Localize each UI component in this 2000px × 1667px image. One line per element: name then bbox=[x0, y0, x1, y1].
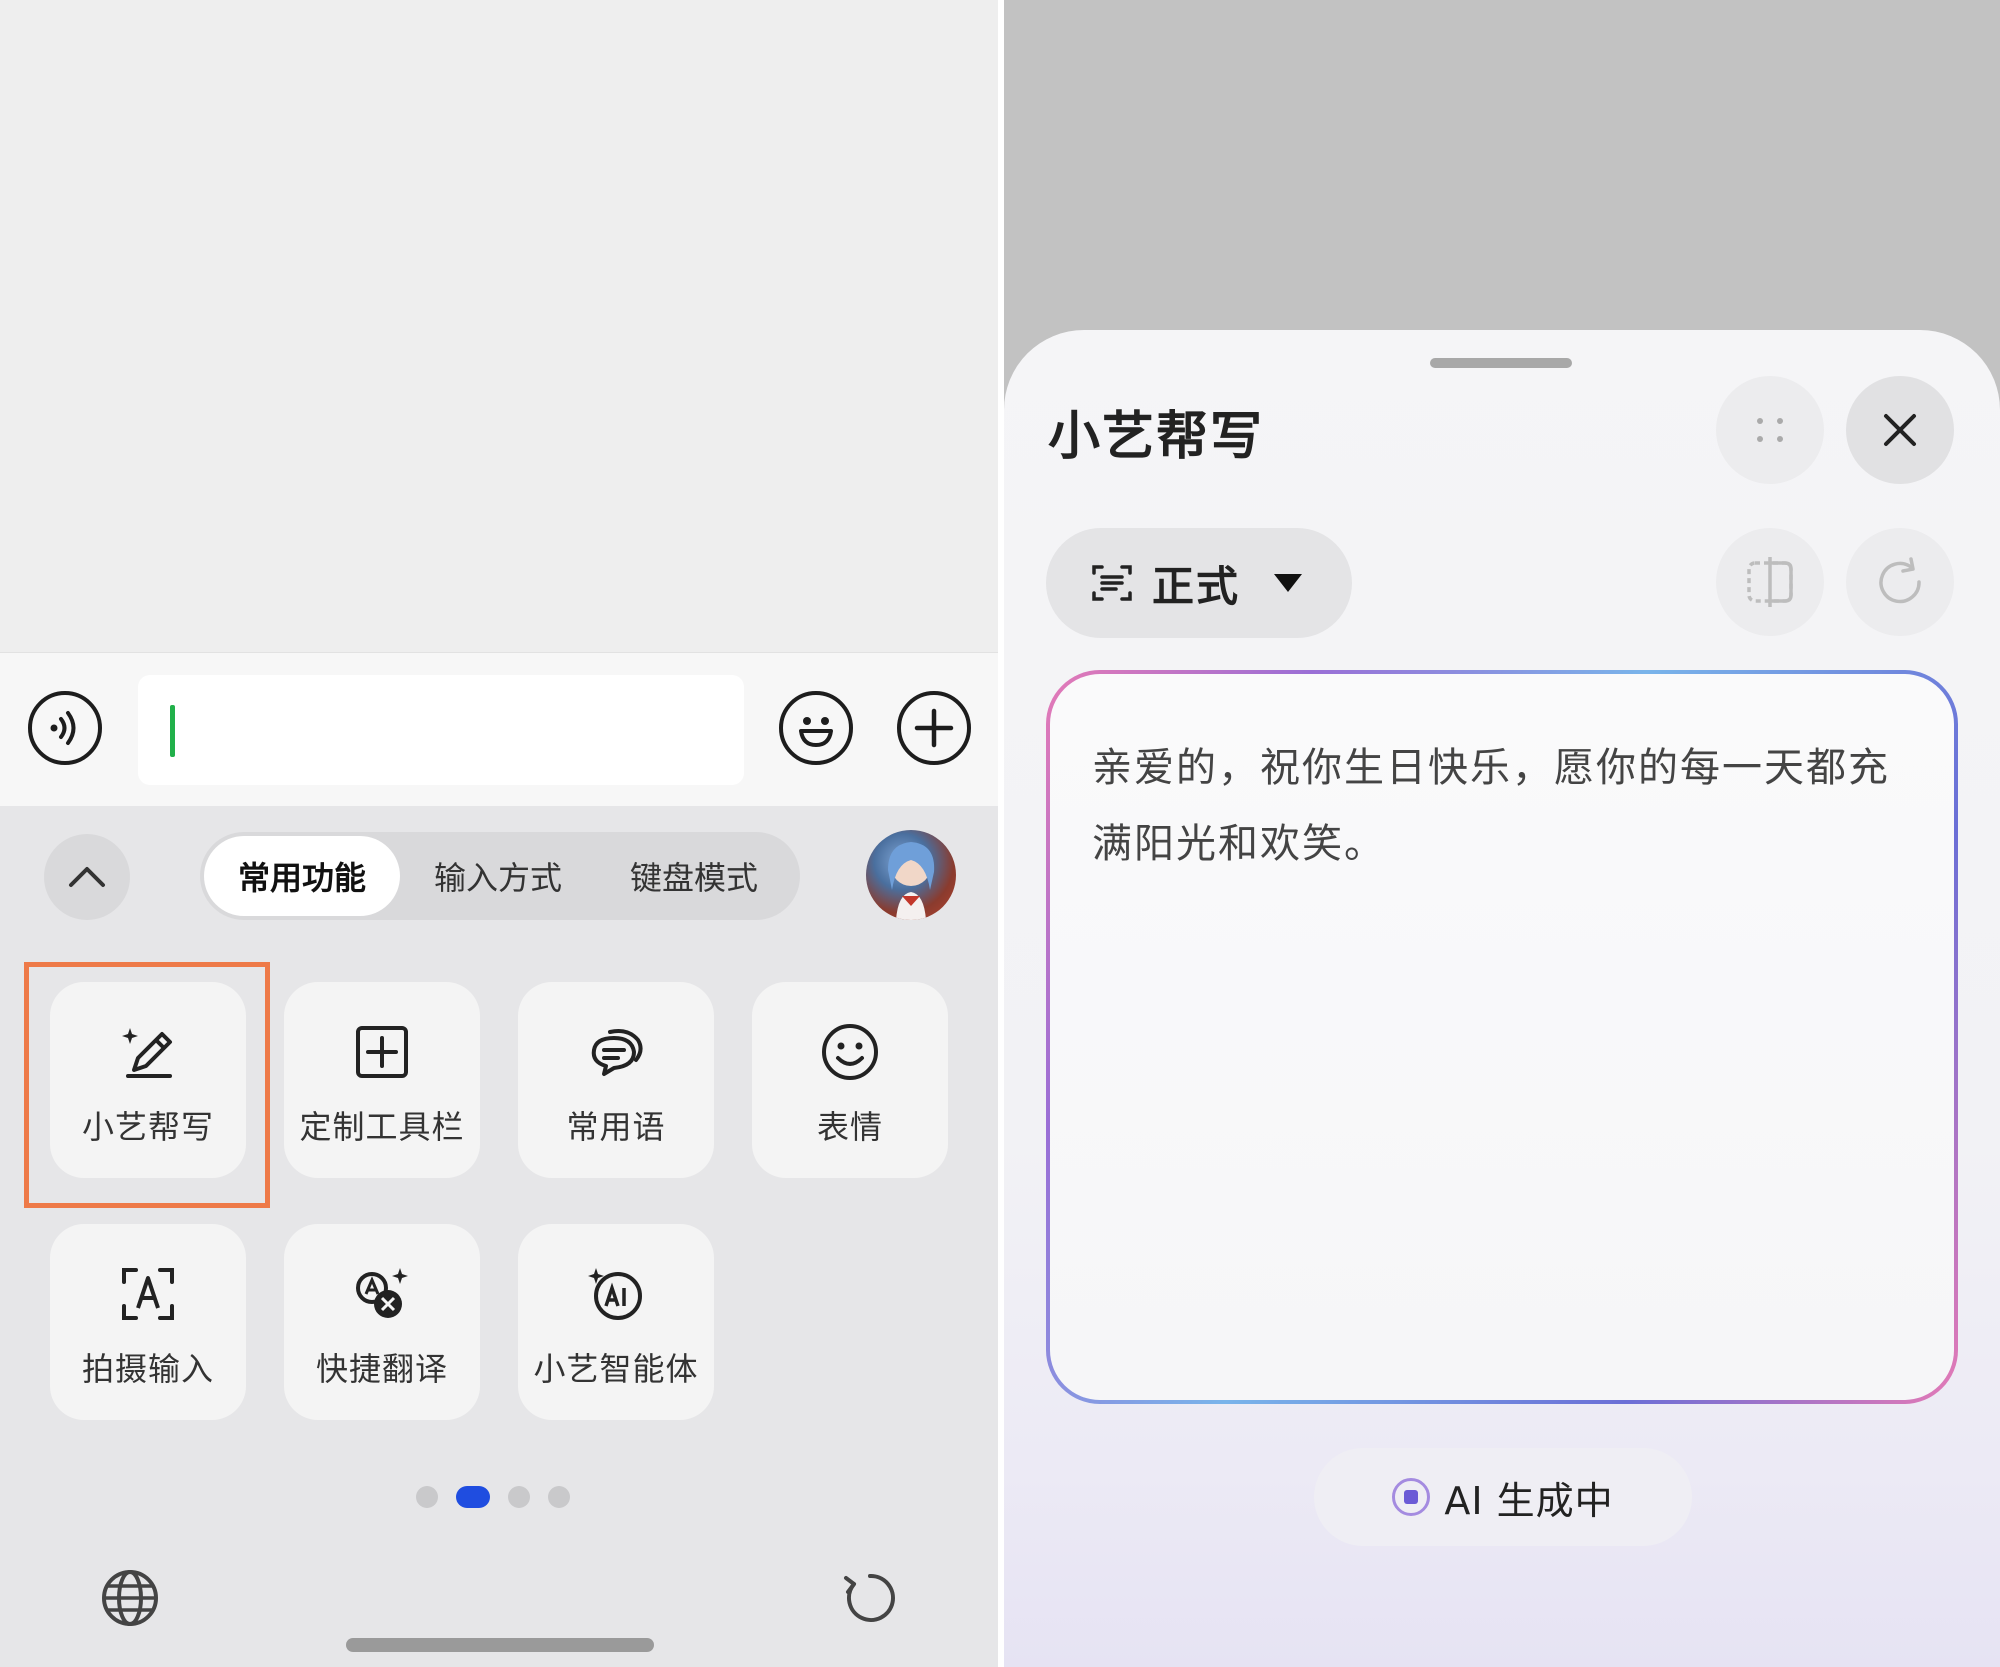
scan-text-icon bbox=[116, 1262, 180, 1326]
globe-icon bbox=[102, 1570, 158, 1626]
avatar[interactable] bbox=[866, 830, 956, 920]
result-card: 亲爱的，祝你生日快乐，愿你的每一天都充满阳光和欢笑。 bbox=[1050, 674, 1954, 1400]
sheet-grabber[interactable] bbox=[1430, 358, 1572, 368]
tile-quick-translate[interactable]: 快捷翻译 bbox=[284, 1224, 480, 1420]
drag-handle-button[interactable] bbox=[1716, 376, 1824, 484]
smiley-icon bbox=[818, 1020, 882, 1084]
collapse-button[interactable] bbox=[44, 834, 130, 920]
tab-keyboard-modes[interactable]: 键盘模式 bbox=[596, 836, 792, 916]
keyboard-tools-panel: 常用功能 输入方式 键盘模式 小艺帮写 定制工具栏 常用语 表情 拍摄输入 快捷… bbox=[0, 806, 998, 1667]
tile-label: 常用语 bbox=[566, 1108, 666, 1146]
split-view-icon bbox=[1747, 557, 1793, 607]
message-input[interactable] bbox=[138, 675, 744, 785]
sheet-title: 小艺帮写 bbox=[1048, 407, 1265, 467]
ai-status-pill[interactable]: AI 生成中 bbox=[1314, 1448, 1692, 1546]
more-button[interactable] bbox=[897, 691, 971, 765]
tile-emoji[interactable]: 表情 bbox=[752, 982, 948, 1178]
compare-button[interactable] bbox=[1716, 528, 1824, 636]
regenerate-button[interactable] bbox=[1846, 528, 1954, 636]
refresh-icon bbox=[1879, 557, 1921, 604]
tab-common-functions[interactable]: 常用功能 bbox=[204, 836, 400, 916]
smiley-icon bbox=[799, 717, 833, 747]
home-indicator bbox=[346, 1638, 654, 1652]
keyboard-screen: 常用功能 输入方式 键盘模式 小艺帮写 定制工具栏 常用语 表情 拍摄输入 快捷… bbox=[0, 0, 998, 1667]
tone-label: 正式 bbox=[1152, 561, 1241, 611]
translate-icon bbox=[350, 1262, 414, 1326]
page-dot[interactable] bbox=[508, 1486, 530, 1508]
tab-input-methods[interactable]: 输入方式 bbox=[400, 836, 596, 916]
chevron-up-icon bbox=[69, 867, 105, 887]
close-icon bbox=[1884, 414, 1916, 446]
ai-agent-icon bbox=[584, 1262, 648, 1326]
result-card-border: 亲爱的，祝你生日快乐，愿你的每一天都充满阳光和欢笑。 bbox=[1046, 670, 1958, 1404]
chat-area bbox=[0, 0, 998, 652]
tile-xiaoyi-agent[interactable]: 小艺智能体 bbox=[518, 1224, 714, 1420]
ai-status-text: AI 生成中 bbox=[1444, 1478, 1614, 1523]
tile-label: 表情 bbox=[816, 1108, 883, 1146]
tile-label: 定制工具栏 bbox=[299, 1108, 465, 1146]
voice-icon bbox=[50, 711, 76, 745]
page-indicator bbox=[416, 1486, 570, 1508]
history-button[interactable] bbox=[840, 1568, 900, 1632]
writing-sheet: 小艺帮写 正式 亲爱的，祝你生日快乐，愿你的每一天都充满阳光和欢笑。 AI 生成… bbox=[1004, 330, 2000, 1667]
add-square-icon bbox=[350, 1020, 414, 1084]
dropdown-triangle-icon bbox=[1274, 574, 1303, 592]
page-dot[interactable] bbox=[416, 1486, 438, 1508]
voice-button[interactable] bbox=[28, 691, 102, 765]
stop-icon bbox=[1392, 1478, 1431, 1516]
panel-tabs: 常用功能 输入方式 键盘模式 bbox=[200, 832, 800, 920]
format-icon bbox=[1092, 565, 1132, 601]
tile-common-phrases[interactable]: 常用语 bbox=[518, 982, 714, 1178]
tile-label: 小艺智能体 bbox=[533, 1350, 699, 1388]
page-dot-active[interactable] bbox=[456, 1486, 490, 1508]
tile-label: 快捷翻译 bbox=[315, 1350, 448, 1388]
close-button[interactable] bbox=[1846, 376, 1954, 484]
highlight-box bbox=[24, 962, 270, 1208]
input-bar bbox=[0, 652, 998, 806]
tile-photo-input[interactable]: 拍摄输入 bbox=[50, 1224, 246, 1420]
tone-selector[interactable]: 正式 bbox=[1046, 528, 1352, 638]
emoji-button[interactable] bbox=[779, 691, 853, 765]
generated-text[interactable]: 亲爱的，祝你生日快乐，愿你的每一天都充满阳光和欢笑。 bbox=[1092, 730, 1912, 882]
tile-label: 拍摄输入 bbox=[81, 1350, 214, 1388]
drag-dots-icon bbox=[1757, 418, 1783, 442]
rotate-icon bbox=[844, 1573, 895, 1622]
tile-custom-toolbar[interactable]: 定制工具栏 bbox=[284, 982, 480, 1178]
language-button[interactable] bbox=[100, 1568, 160, 1632]
page-dot[interactable] bbox=[548, 1486, 570, 1508]
plus-icon bbox=[914, 708, 954, 748]
text-caret bbox=[170, 705, 175, 757]
writing-screen: 小艺帮写 正式 亲爱的，祝你生日快乐，愿你的每一天都充满阳光和欢笑。 AI 生成… bbox=[1004, 0, 2000, 1667]
avatar-image bbox=[888, 842, 935, 920]
chat-bubbles-icon bbox=[584, 1020, 648, 1084]
